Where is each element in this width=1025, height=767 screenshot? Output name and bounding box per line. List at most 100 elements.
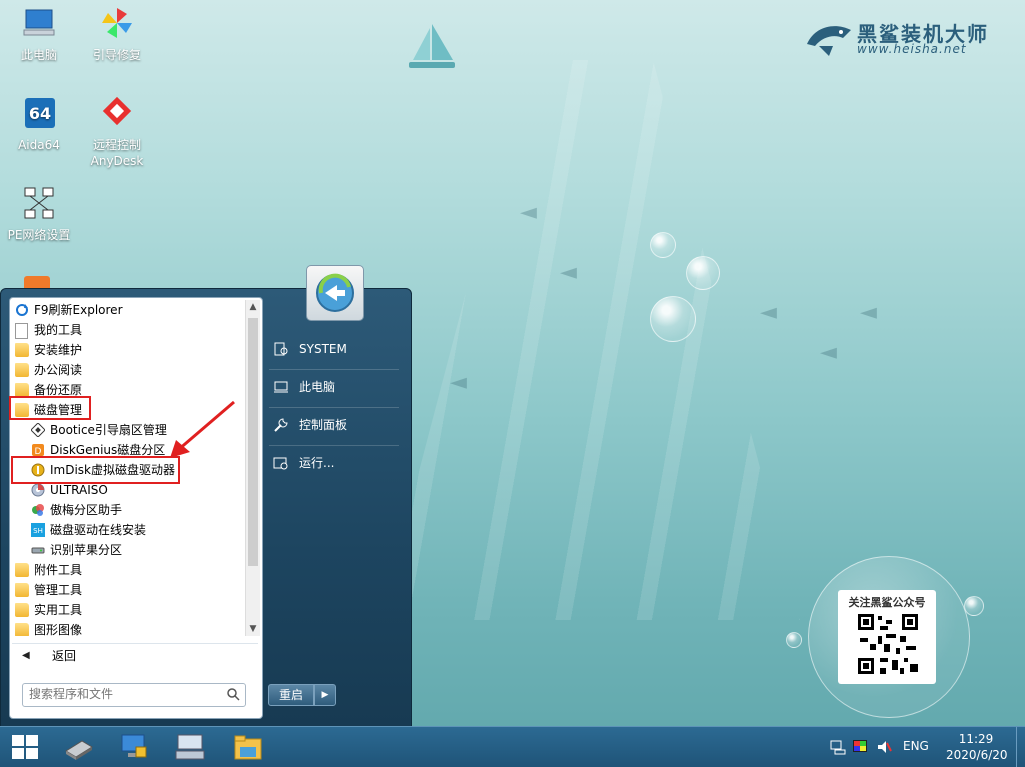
fish-silhouette: ◄ bbox=[450, 370, 467, 395]
program-item-refresh-explorer[interactable]: F9刷新Explorer bbox=[12, 300, 244, 320]
right-separator bbox=[269, 445, 399, 446]
fish-silhouette: ◄ bbox=[560, 260, 577, 285]
right-separator bbox=[269, 407, 399, 408]
program-item-label: 办公阅读 bbox=[34, 363, 83, 377]
program-item-aomei[interactable]: 傲梅分区助手 bbox=[12, 500, 244, 520]
folder-icon bbox=[15, 383, 29, 397]
program-item-label: 我的工具 bbox=[34, 323, 83, 337]
taskbar: ENG 11:29 2020/6/20 bbox=[0, 726, 1025, 767]
scroll-down-arrow-icon[interactable]: ▼ bbox=[246, 622, 260, 636]
folder-icon bbox=[15, 563, 29, 577]
search-box[interactable] bbox=[22, 683, 246, 707]
program-pane: F9刷新Explorer 我的工具 安装维护 办公阅读 备份还原 磁盘管理 Bo… bbox=[9, 297, 263, 719]
show-desktop-button[interactable] bbox=[1016, 727, 1025, 767]
right-item-run[interactable]: 运行... bbox=[269, 450, 429, 476]
desktop-icon-this-pc[interactable]: 此电脑 bbox=[4, 6, 74, 63]
sailboat-icon bbox=[409, 24, 455, 68]
aida64-icon: 64 bbox=[25, 98, 55, 128]
program-folder-accessories[interactable]: 附件工具 bbox=[12, 560, 244, 580]
program-item-label: 附件工具 bbox=[34, 563, 83, 577]
program-folder-office-reading[interactable]: 办公阅读 bbox=[12, 360, 244, 380]
clock-time: 11:29 bbox=[958, 732, 994, 746]
apple-partition-icon bbox=[31, 547, 45, 554]
clock-date: 2020/6/20 bbox=[946, 748, 1008, 762]
program-item-driver-install[interactable]: SH 磁盘驱动在线安装 bbox=[12, 520, 244, 540]
program-folder-graphics[interactable]: 图形图像 bbox=[12, 620, 244, 636]
program-item-label: 实用工具 bbox=[34, 603, 83, 617]
file-explorer-icon[interactable] bbox=[232, 731, 264, 763]
right-item-label: 此电脑 bbox=[299, 380, 336, 394]
shutdown-options-arrow-icon[interactable]: ▶ bbox=[314, 684, 336, 706]
clock[interactable]: 11:29 2020/6/20 bbox=[946, 731, 1008, 763]
aomei-icon bbox=[32, 504, 44, 516]
right-item-this-pc[interactable]: 此电脑 bbox=[269, 374, 429, 400]
bootice-icon bbox=[31, 423, 45, 437]
program-item-label: 识别苹果分区 bbox=[50, 543, 123, 557]
desktop-icon-boot-repair[interactable]: 引导修复 bbox=[82, 6, 152, 63]
right-item-control-panel[interactable]: 控制面板 bbox=[269, 412, 429, 438]
program-item-label: Bootice引导扇区管理 bbox=[50, 423, 167, 437]
computer-icon bbox=[274, 381, 288, 393]
language-indicator[interactable]: ENG bbox=[903, 739, 929, 753]
desktop-icon-pe-network[interactable]: PE网络设置 bbox=[4, 186, 74, 243]
fish-silhouette: ◄ bbox=[860, 300, 877, 325]
scrollbar-thumb[interactable] bbox=[248, 318, 258, 566]
program-item-label: DiskGenius磁盘分区 bbox=[50, 443, 166, 457]
svg-text:SH: SH bbox=[33, 527, 43, 535]
network-monitor-icon[interactable] bbox=[118, 731, 150, 763]
wechat-qr-card[interactable]: 关注黑鲨公众号 bbox=[838, 590, 936, 684]
scroll-up-arrow-icon[interactable]: ▲ bbox=[246, 300, 260, 314]
display-tray-icon[interactable] bbox=[852, 739, 868, 755]
heisha-logo: 黑鲨装机大师 www.heisha.net bbox=[805, 14, 995, 60]
bubble bbox=[786, 632, 802, 648]
search-icon[interactable] bbox=[226, 687, 240, 701]
desktop-icon-label: 引导修复 bbox=[92, 48, 141, 62]
program-item-my-tools[interactable]: 我的工具 bbox=[12, 320, 244, 340]
user-icon bbox=[274, 342, 288, 356]
fish-silhouette: ◄ bbox=[760, 300, 777, 325]
program-folder-admin-tools[interactable]: 管理工具 bbox=[12, 580, 244, 600]
keyboard-icon[interactable] bbox=[174, 731, 206, 763]
ultraiso-icon bbox=[31, 483, 45, 497]
drive-icon[interactable] bbox=[62, 731, 94, 763]
fish-silhouette: ◄ bbox=[820, 340, 837, 365]
right-item-user[interactable]: SYSTEM bbox=[269, 336, 429, 362]
program-item-label: 磁盘驱动在线安装 bbox=[50, 523, 147, 537]
computer-icon bbox=[23, 9, 55, 36]
shark-logo-icon bbox=[807, 26, 851, 56]
search-input[interactable] bbox=[23, 684, 225, 704]
pinwheel-icon bbox=[102, 8, 132, 38]
folder-icon bbox=[15, 623, 29, 636]
program-folder-utilities[interactable]: 实用工具 bbox=[12, 600, 244, 620]
folder-icon bbox=[15, 343, 29, 357]
program-item-apple-partition[interactable]: 识别苹果分区 bbox=[12, 540, 244, 560]
back-label: 返回 bbox=[52, 649, 77, 663]
back-arrow-icon: ◀ bbox=[22, 650, 30, 661]
user-avatar[interactable] bbox=[306, 265, 364, 321]
logo-url-text: www.heisha.net bbox=[857, 42, 967, 56]
bubble bbox=[964, 596, 984, 616]
driver-icon: SH bbox=[31, 523, 45, 537]
back-button[interactable]: ◀ 返回 bbox=[12, 643, 258, 668]
desktop-icon-label-line2: AnyDesk bbox=[90, 154, 144, 168]
qr-code-icon bbox=[856, 612, 920, 676]
volume-tray-icon[interactable] bbox=[876, 739, 892, 755]
restart-button[interactable]: 重启 bbox=[268, 684, 314, 706]
right-item-label: 运行... bbox=[299, 456, 335, 470]
desktop-icon-label-line1: 远程控制 bbox=[92, 138, 141, 152]
svg-text:64: 64 bbox=[29, 104, 51, 123]
right-separator bbox=[269, 369, 399, 370]
network-tray-icon[interactable] bbox=[830, 739, 846, 755]
desktop-icon-aida64[interactable]: 64 Aida64 bbox=[4, 96, 74, 153]
run-icon bbox=[273, 457, 288, 470]
qr-title: 关注黑鲨公众号 bbox=[848, 596, 926, 609]
refresh-icon bbox=[16, 304, 28, 316]
partial-desktop-icon bbox=[24, 276, 50, 288]
program-list-scrollbar[interactable]: ▲ ▼ bbox=[245, 300, 260, 636]
program-folder-install-maintenance[interactable]: 安装维护 bbox=[12, 340, 244, 360]
right-item-label: 控制面板 bbox=[299, 418, 348, 432]
windows-start-icon[interactable] bbox=[12, 735, 38, 759]
diskgenius-icon: D bbox=[32, 444, 44, 457]
program-item-label: ULTRAISO bbox=[50, 483, 108, 497]
desktop-icon-anydesk[interactable]: 远程控制 AnyDesk bbox=[82, 96, 152, 169]
